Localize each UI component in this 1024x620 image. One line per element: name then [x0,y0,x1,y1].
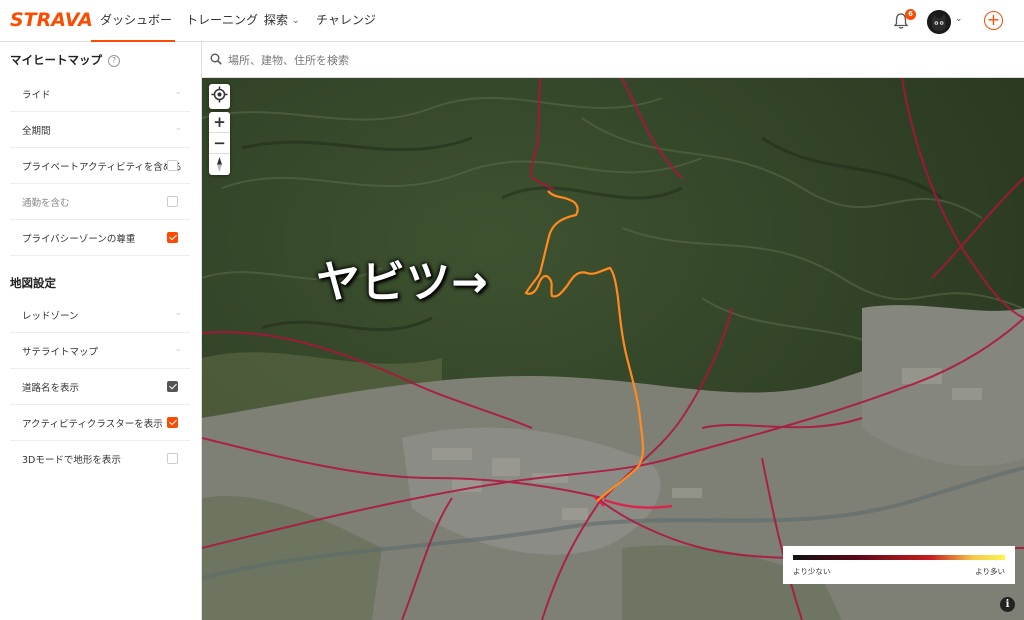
3d-terrain-row[interactable]: 3Dモードで地形を表示 [10,441,190,477]
satellite-map[interactable]: + − ヤビツ→ より少ない より多い i [202,78,1024,620]
info-icon[interactable]: i [1000,597,1015,612]
avatar[interactable] [927,10,951,34]
nav-dashboard[interactable]: ダッシュボード⌄ [91,0,175,67]
row-label: アクティビティクラスターを表示 [22,419,163,430]
legend-high-label: より多い [975,567,1005,576]
heatmap-section: マイヒートマップ? [10,52,120,68]
search-icon [210,53,222,65]
3d-terrain-checkbox[interactable] [167,453,178,464]
row-label: 3Dモードで地形を表示 [22,455,121,466]
yabitsu-annotation: ヤビツ→ [316,257,489,308]
top-navigation: STRAVA ダッシュボード⌄ トレーニング⌄ 探索⌄ チャレンジ 6 ⌄ + [0,0,1024,67]
road-names-checkbox[interactable] [167,381,178,392]
sidebar: マイヒートマップ? ライド ⌄ 全期間 ⌄ プライベートアクティビティを含める … [0,42,202,620]
help-icon[interactable]: ? [108,55,120,67]
avatar-chevron-down-icon[interactable]: ⌄ [955,14,963,24]
chevron-down-icon: ⌄ [174,308,182,318]
row-label: 通勤を含む [22,198,70,209]
respect-privacy-checkbox[interactable] [167,232,178,243]
color-dropdown[interactable]: レッドゾーン ⌄ [10,297,190,333]
legend-low-label: より少ない [793,567,831,576]
legend-gradient [793,555,1005,560]
cat-avatar-icon [927,10,951,34]
include-commute-row[interactable]: 通勤を含む [10,184,190,220]
heatmap-legend: より少ない より多い [783,546,1015,584]
strava-logo[interactable]: STRAVA [10,9,93,31]
include-private-row[interactable]: プライベートアクティビティを含める [10,148,190,184]
include-commute-checkbox[interactable] [167,196,178,207]
map-search-bar [202,42,1024,78]
nav-challenges[interactable]: チャレンジ [316,0,376,42]
zoom-controls: + − [209,112,230,175]
zoom-out-button[interactable]: − [209,133,230,154]
row-label: プライバシーゾーンの尊重 [22,234,136,245]
row-label: プライベートアクティビティを含める [22,162,182,173]
zoom-in-button[interactable]: + [209,112,230,133]
row-label: レッドゾーン [22,311,79,322]
satellite-imagery[interactable] [202,78,1024,620]
chevron-down-icon: ⌄ [174,87,182,97]
locate-icon[interactable] [209,84,230,105]
chevron-down-icon: ⌄ [292,16,300,26]
compass-button[interactable] [209,154,230,175]
notification-badge: 6 [905,9,916,20]
nav-challenges-label: チャレンジ [316,13,376,27]
row-label: 全期間 [22,126,51,137]
plus-circle-icon[interactable]: + [984,11,1003,30]
heatmap-title: マイヒートマップ [10,53,102,67]
row-label: ライド [22,90,51,101]
locate-control[interactable] [209,84,230,109]
road-names-row[interactable]: 道路名を表示 [10,369,190,405]
chevron-down-icon: ⌄ [174,123,182,133]
row-label: 道路名を表示 [22,383,80,394]
include-private-checkbox[interactable] [167,160,178,171]
nav-explore[interactable]: 探索 ⌄ [264,0,300,42]
nav-training-label: トレーニング [186,13,259,27]
chevron-down-icon: ⌄ [174,344,182,354]
nav-training[interactable]: トレーニング ⌄ [186,0,270,42]
respect-privacy-row[interactable]: プライバシーゾーンの尊重 [10,220,190,256]
row-label: サテライトマップ [22,347,99,358]
compass-icon [217,157,222,172]
activity-clusters-row[interactable]: アクティビティクラスターを表示 [10,405,190,441]
nav-explore-label: 探索 [264,13,289,27]
search-input[interactable] [228,50,988,70]
sport-dropdown[interactable]: ライド ⌄ [10,76,190,112]
maptype-dropdown[interactable]: サテライトマップ ⌄ [10,333,190,369]
activity-clusters-checkbox[interactable] [167,417,178,428]
map-settings-title: 地図設定 [10,276,56,290]
period-dropdown[interactable]: 全期間 ⌄ [10,112,190,148]
